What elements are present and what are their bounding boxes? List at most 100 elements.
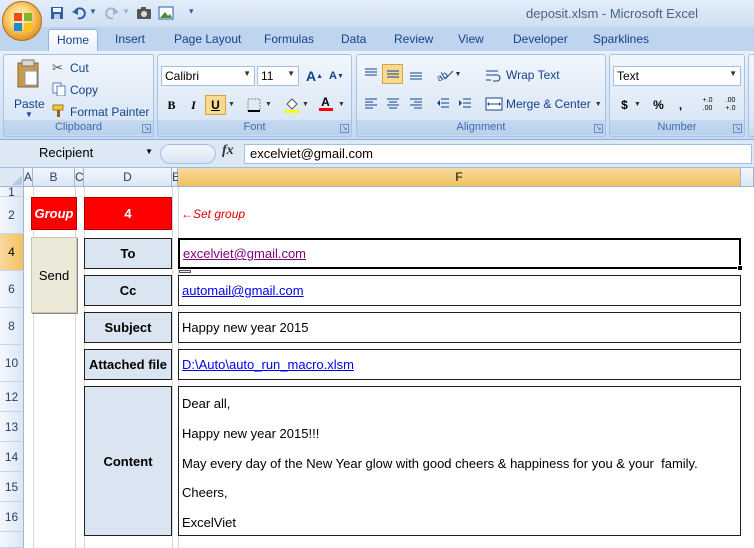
align-top-button[interactable] <box>360 64 381 84</box>
to-email-link[interactable]: excelviet@gmail.com <box>183 246 306 261</box>
tab-insert[interactable]: Insert <box>107 29 153 51</box>
clipboard-launcher-icon[interactable]: ↘ <box>142 124 151 133</box>
bold-button[interactable]: B <box>161 95 182 115</box>
fill-handle[interactable] <box>737 265 743 271</box>
column-header-b[interactable]: B <box>33 168 75 187</box>
column-header-d[interactable]: D <box>84 168 172 187</box>
tab-view[interactable]: View <box>450 29 492 51</box>
fill-color-dropdown-icon[interactable]: ▼ <box>302 101 309 108</box>
align-right-button[interactable] <box>405 93 426 113</box>
font-color-button[interactable]: A <box>315 93 336 113</box>
row-header-12[interactable]: 12 <box>0 382 24 412</box>
merge-center-button[interactable]: Merge & Center ▼ <box>485 94 603 114</box>
column-header-c[interactable]: C <box>75 168 84 187</box>
number-format-select[interactable]: Text ▼ <box>613 66 741 86</box>
office-button[interactable] <box>2 1 42 41</box>
worksheet-grid: A B C D E F 1 2 4 6 8 10 12 13 14 15 16 … <box>0 168 754 548</box>
paste-label: Paste <box>14 97 45 111</box>
font-name-select[interactable]: Calibri ▼ <box>161 66 255 86</box>
percent-button[interactable]: % <box>648 95 669 115</box>
row-header-8[interactable]: 8 <box>0 308 24 345</box>
redo-dropdown-icon[interactable]: ▼ <box>122 7 130 16</box>
fill-color-button[interactable] <box>281 95 302 115</box>
cc-email-link[interactable]: automail@gmail.com <box>182 283 304 298</box>
tab-formulas[interactable]: Formulas <box>256 29 322 51</box>
camera-icon[interactable] <box>135 4 153 22</box>
paintbrush-icon <box>52 104 70 121</box>
cut-button[interactable]: ✂ Cut <box>52 59 148 77</box>
column-header-g[interactable] <box>741 168 754 187</box>
row-header-15[interactable]: 15 <box>0 472 24 502</box>
shrink-font-button[interactable]: A ▼ <box>326 66 347 86</box>
insert-function-button[interactable]: fx <box>222 143 234 159</box>
row-header-6[interactable]: 6 <box>0 271 24 308</box>
font-color-dropdown-icon[interactable]: ▼ <box>338 101 345 108</box>
increase-indent-button[interactable] <box>454 93 475 113</box>
name-box[interactable]: Recipient ▼ <box>30 144 156 164</box>
comma-button[interactable]: , <box>670 95 691 115</box>
content-value-cell[interactable]: Dear all, Happy new year 2015!!! May eve… <box>178 386 741 536</box>
subject-value-cell[interactable]: Happy new year 2015 <box>178 312 741 343</box>
name-box-dropdown-icon[interactable]: ▼ <box>145 147 153 156</box>
orientation-button[interactable]: ab ▼ <box>433 64 463 84</box>
row-header-10[interactable]: 10 <box>0 345 24 382</box>
increase-decimal-button[interactable]: +.0 .00 <box>697 95 718 115</box>
column-header-f[interactable]: F <box>178 168 741 187</box>
underline-dropdown-icon[interactable]: ▼ <box>228 101 235 108</box>
row-header-17[interactable] <box>0 532 24 548</box>
currency-dropdown-icon[interactable]: ▼ <box>634 101 641 108</box>
picture-icon[interactable] <box>157 4 175 22</box>
decrease-decimal-button[interactable]: .00 +.0 <box>720 95 741 115</box>
paste-dropdown-icon[interactable]: ▼ <box>25 110 33 119</box>
row-header-4[interactable]: 4 <box>0 234 24 271</box>
decrease-indent-button[interactable] <box>432 93 453 113</box>
tab-page-layout[interactable]: Page Layout <box>166 29 249 51</box>
underline-button[interactable]: U <box>205 95 226 115</box>
attached-file-value-cell[interactable]: D:\Auto\auto_run_macro.xlsm <box>178 349 741 380</box>
align-middle-button[interactable] <box>382 64 403 84</box>
format-painter-label: Format Painter <box>70 105 150 119</box>
italic-button[interactable]: I <box>183 95 204 115</box>
font-size-select[interactable]: 11 ▼ <box>257 66 299 86</box>
alignment-launcher-icon[interactable]: ↘ <box>594 124 603 133</box>
to-value-cell[interactable]: excelviet@gmail.com <box>178 238 741 269</box>
tab-review[interactable]: Review <box>386 29 441 51</box>
align-center-button[interactable] <box>382 93 403 113</box>
redo-icon[interactable] <box>103 4 121 22</box>
grow-font-button[interactable]: A ▲ <box>304 66 325 86</box>
tab-developer[interactable]: Developer <box>505 29 576 51</box>
tab-home[interactable]: Home <box>48 29 99 51</box>
undo-icon[interactable] <box>70 4 88 22</box>
currency-button[interactable]: $ <box>614 95 635 115</box>
group-value-cell[interactable]: 4 <box>84 197 172 230</box>
number-launcher-icon[interactable]: ↘ <box>733 124 742 133</box>
row-header-16[interactable]: 16 <box>0 502 24 532</box>
attached-file-link[interactable]: D:\Auto\auto_run_macro.xlsm <box>182 357 354 372</box>
row-header-2[interactable]: 2 <box>0 197 24 234</box>
wrap-text-button[interactable]: Wrap Text <box>485 65 595 85</box>
cc-value-cell[interactable]: automail@gmail.com <box>178 275 741 306</box>
row-header-13[interactable]: 13 <box>0 412 24 442</box>
formula-input[interactable]: excelviet@gmail.com <box>244 144 752 164</box>
row-header-14[interactable]: 14 <box>0 442 24 472</box>
format-painter-button[interactable]: Format Painter <box>52 103 152 121</box>
send-button[interactable]: Send <box>31 237 77 313</box>
undo-dropdown-icon[interactable]: ▼ <box>89 7 97 16</box>
smart-tag-indicator[interactable] <box>179 270 191 273</box>
tab-data[interactable]: Data <box>333 29 374 51</box>
formula-bar-splitter[interactable] <box>160 144 216 164</box>
group-label-cell[interactable]: Group <box>31 197 77 230</box>
column-header-a[interactable]: A <box>24 168 33 187</box>
name-box-value: Recipient <box>39 145 94 160</box>
row-header-1[interactable]: 1 <box>0 185 24 199</box>
borders-button[interactable] <box>243 95 264 115</box>
copy-button[interactable]: Copy <box>52 81 148 99</box>
align-bottom-button[interactable] <box>405 64 426 84</box>
customize-qat-icon[interactable]: ▾ <box>189 6 194 17</box>
font-launcher-icon[interactable]: ↘ <box>340 124 349 133</box>
align-left-button[interactable] <box>360 93 381 113</box>
paste-button[interactable]: Paste ▼ <box>8 57 48 121</box>
save-icon[interactable] <box>48 4 66 22</box>
tab-sparklines[interactable]: Sparklines <box>585 29 657 51</box>
borders-dropdown-icon[interactable]: ▼ <box>265 101 272 108</box>
